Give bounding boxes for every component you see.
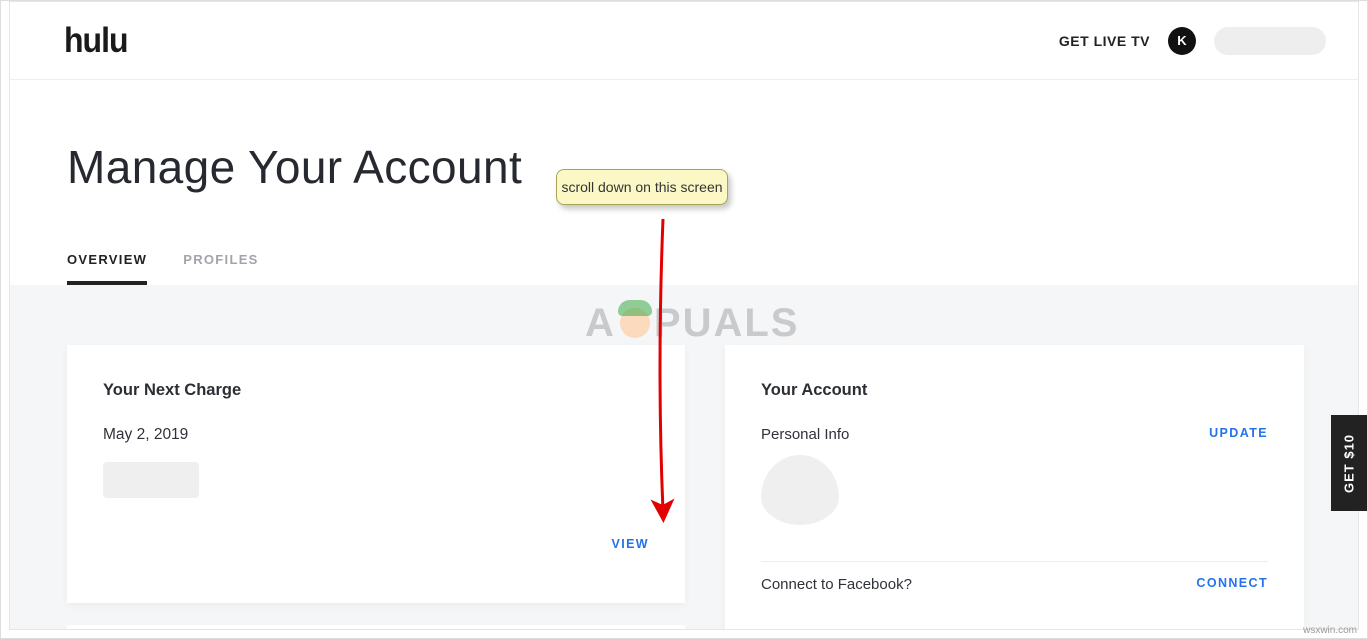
content-area: Your Next Charge May 2, 2019 VIEW Your A… [10,285,1358,630]
row-connect-facebook: Connect to Facebook? CONNECT [761,562,1268,629]
redacted-personal-info [761,455,839,525]
header: hulu GET LIVE TV K [10,2,1358,80]
footer-credit: wsxwin.com [1303,625,1357,636]
update-button[interactable]: UPDATE [1209,426,1268,440]
card-your-account: Your Account Personal Info UPDATE Connec… [725,345,1304,630]
connect-button[interactable]: CONNECT [1196,576,1268,590]
row-personal-info: Personal Info UPDATE [761,426,1268,562]
annotation-callout-text: scroll down on this screen [561,179,722,195]
connect-facebook-label: Connect to Facebook? [761,576,912,593]
next-charge-date: May 2, 2019 [103,426,649,444]
tabs: OVERVIEW PROFILES [10,194,1358,285]
card-subscription-peek [67,625,685,630]
get-live-tv-link[interactable]: GET LIVE TV [1059,33,1150,49]
avatar[interactable]: K [1168,27,1196,55]
tab-profiles[interactable]: PROFILES [183,252,258,285]
header-right: GET LIVE TV K [1059,27,1326,55]
card-title-your-account: Your Account [761,381,1268,400]
tab-overview[interactable]: OVERVIEW [67,252,147,285]
annotation-callout: scroll down on this screen [556,169,728,205]
personal-info-label: Personal Info [761,426,849,443]
logo[interactable]: hulu [64,20,128,61]
view-button[interactable]: VIEW [611,537,649,551]
left-column: Your Next Charge May 2, 2019 VIEW [67,345,685,630]
card-title-next-charge: Your Next Charge [103,381,649,400]
header-placeholder-pill [1214,27,1326,55]
redacted-amount [103,462,199,498]
get-10-badge[interactable]: GET $10 [1331,415,1367,511]
card-next-charge: Your Next Charge May 2, 2019 VIEW [67,345,685,603]
personal-info-block: Personal Info [761,426,849,525]
